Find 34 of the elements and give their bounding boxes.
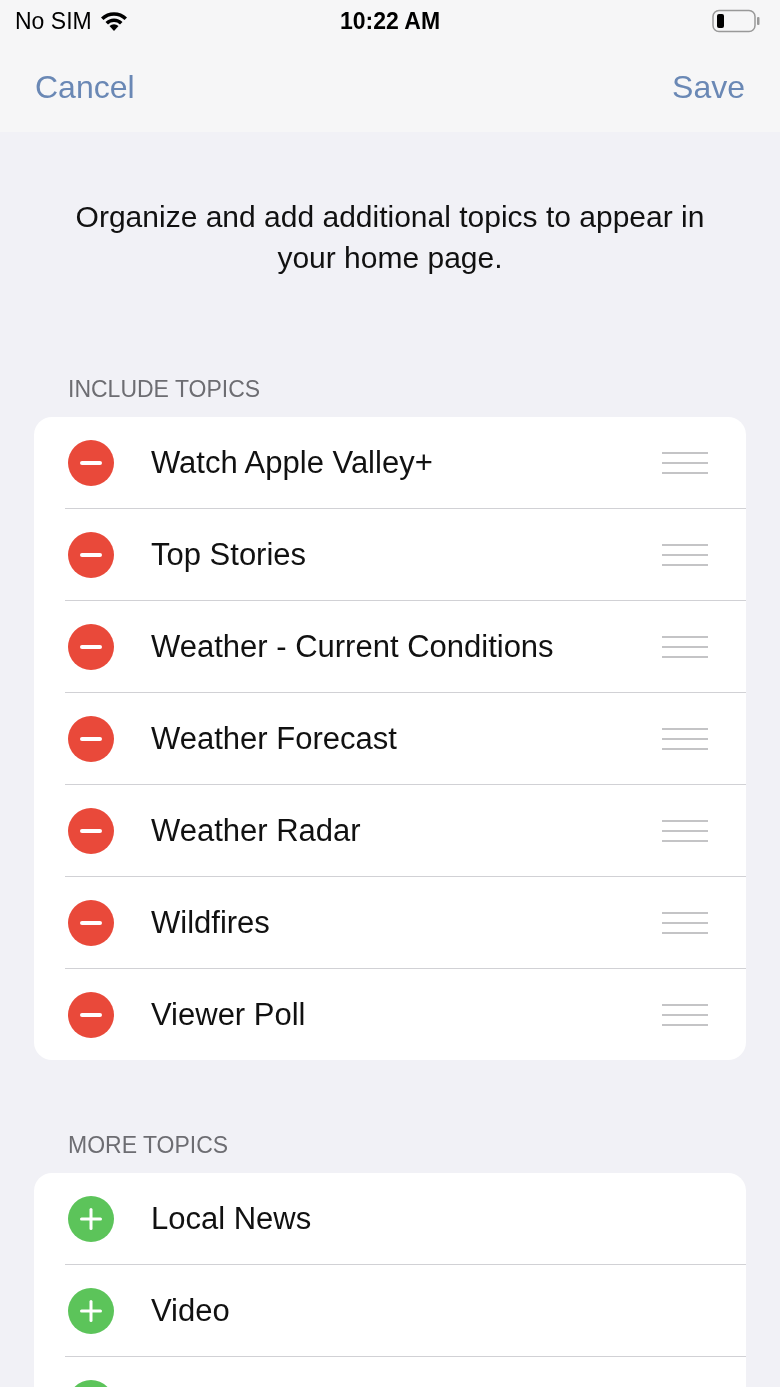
wifi-icon [99,11,128,31]
drag-handle-icon[interactable] [662,1002,708,1027]
topic-label: Wildfires [151,904,271,941]
drag-handle-icon[interactable] [662,542,708,567]
add-icon[interactable] [68,1195,114,1242]
drag-handle-icon[interactable] [662,634,708,659]
section-header: MORE TOPICS [67,1132,230,1159]
carrier-label: No SIM [15,7,92,35]
section-header: INCLUDE TOPICS [67,376,262,403]
topic-label: Weather - Current Conditions [151,628,555,665]
drag-handle-icon[interactable] [662,726,708,751]
remove-icon[interactable] [68,899,114,946]
remove-icon[interactable] [68,807,114,854]
drag-handle-icon[interactable] [662,910,708,935]
drag-handle-icon[interactable] [662,450,708,475]
remove-icon[interactable] [68,531,114,578]
remove-icon[interactable] [68,623,114,670]
topic-label: Weather Forecast [151,720,398,757]
status-time: 10:22 AM [338,7,442,35]
topic-label: Local News [151,1200,313,1237]
save-button[interactable]: Save [672,68,745,106]
topic-label: Weather Radar [151,812,362,849]
drag-handle-icon[interactable] [662,818,708,843]
topic-label: Video [151,1292,231,1329]
remove-icon[interactable] [68,991,114,1038]
topic-label: Viewer Poll [151,996,307,1033]
cancel-button[interactable]: Cancel [35,68,135,106]
remove-icon[interactable] [68,439,114,486]
topic-label: Top Stories [151,536,308,573]
battery-icon [712,9,760,33]
add-icon[interactable] [68,1287,114,1334]
remove-icon[interactable] [68,715,114,762]
topic-label: Watch Apple Valley+ [151,444,434,481]
intro-text: Organize and add additional topics to appear in your home page. [74,199,706,276]
